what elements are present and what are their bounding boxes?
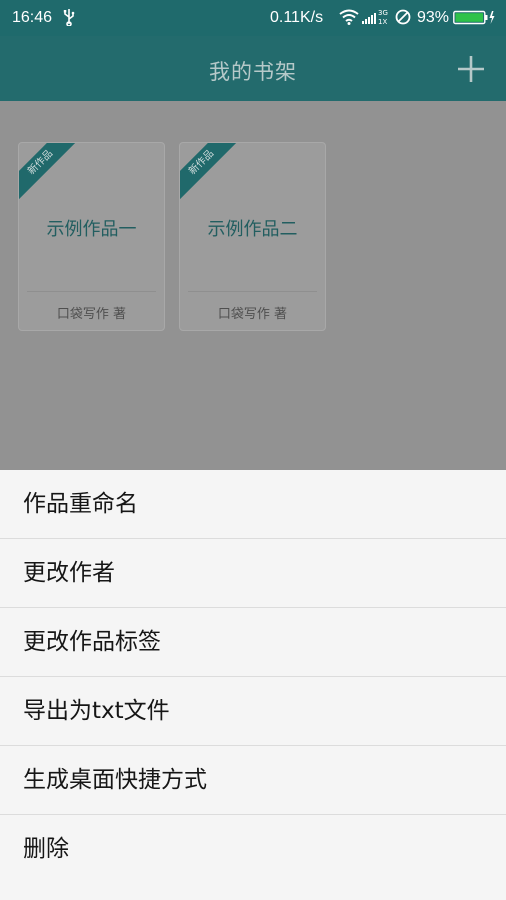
plus-icon[interactable] xyxy=(455,53,487,85)
new-book-badge: 新作品 xyxy=(180,143,240,201)
wifi-icon xyxy=(339,9,359,25)
usb-icon xyxy=(63,9,75,26)
battery-charging-icon xyxy=(453,10,495,25)
status-bar: 16:46 0.11K/s 3G 1X 93% xyxy=(0,0,506,36)
book-author: 口袋写作 著 xyxy=(56,307,127,322)
do-not-disturb-icon xyxy=(395,9,411,25)
status-time: 16:46 xyxy=(12,9,53,26)
action-sheet: 作品重命名 更改作者 更改作品标签 导出为txt文件 生成桌面快捷方式 删除 xyxy=(0,470,506,900)
battery-percent: 93% xyxy=(417,9,450,26)
book-card[interactable]: 新作品 示例作品二 口袋写作 著 xyxy=(179,142,326,331)
card-divider xyxy=(188,291,317,292)
app-bar: 我的书架 xyxy=(0,36,506,101)
menu-item-rename[interactable]: 作品重命名 xyxy=(0,470,506,539)
bookshelf-scrim[interactable]: 新作品 示例作品一 口袋写作 著 新作品 示例作品二 口袋写作 著 xyxy=(0,101,506,470)
book-title: 示例作品二 xyxy=(207,219,298,240)
card-divider xyxy=(27,291,156,292)
menu-item-desktop-shortcut[interactable]: 生成桌面快捷方式 xyxy=(0,746,506,815)
menu-item-delete[interactable]: 删除 xyxy=(0,815,506,883)
net-speed: 0.11K/s xyxy=(270,9,324,26)
menu-item-export-txt[interactable]: 导出为txt文件 xyxy=(0,677,506,746)
signal-label-3g: 3G xyxy=(378,9,388,17)
book-author: 口袋写作 著 xyxy=(217,307,288,322)
signal-icon: 3G 1X xyxy=(362,9,388,26)
new-book-badge: 新作品 xyxy=(19,143,79,201)
page-title: 我的书架 xyxy=(209,60,297,84)
book-card[interactable]: 新作品 示例作品一 口袋写作 著 xyxy=(18,142,165,331)
menu-item-change-tags[interactable]: 更改作品标签 xyxy=(0,608,506,677)
signal-label-1x: 1X xyxy=(378,18,387,26)
menu-item-change-author[interactable]: 更改作者 xyxy=(0,539,506,608)
book-title: 示例作品一 xyxy=(46,219,137,240)
